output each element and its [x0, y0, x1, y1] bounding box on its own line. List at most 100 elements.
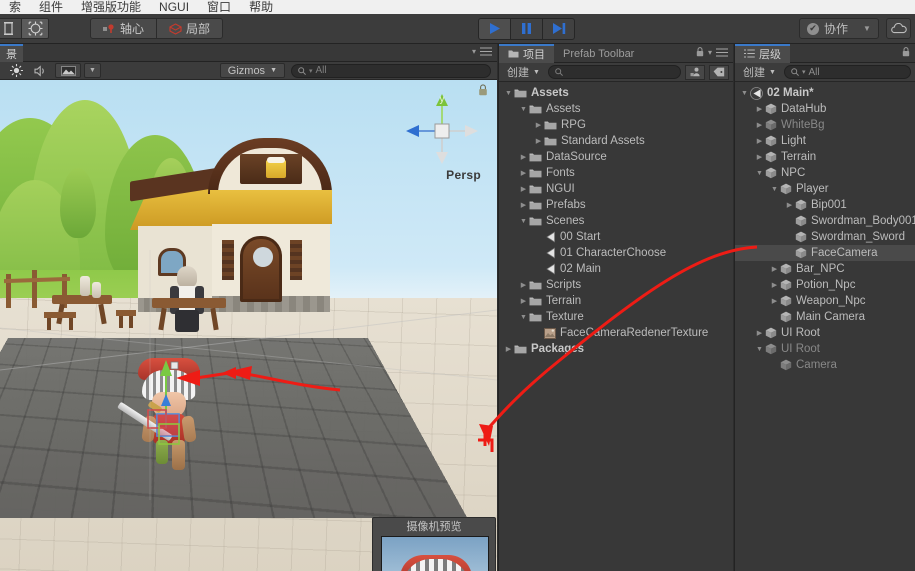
tab-project[interactable]: 项目	[499, 44, 554, 63]
menu-item-2[interactable]: 增强版功能	[72, 1, 150, 14]
lock-icon[interactable]	[902, 47, 910, 57]
transform-tool-button[interactable]	[21, 18, 49, 39]
hierarchy-tree-row[interactable]: ▶ WhiteBg	[735, 117, 915, 133]
hierarchy-tree-row[interactable]: Swordman_Sword	[735, 229, 915, 245]
hierarchy-search-input[interactable]: ▾ All	[783, 65, 911, 79]
tab-prefab-toolbar[interactable]: Prefab Toolbar	[554, 44, 643, 63]
menu-item-4[interactable]: 窗口	[198, 1, 240, 14]
project-tree-row[interactable]: ▼ Scenes	[499, 213, 733, 229]
chevron-down-icon[interactable]: ▼	[503, 90, 514, 97]
chevron-right-icon[interactable]: ▶	[784, 201, 795, 209]
project-tree-row[interactable]: ▼ Assets	[499, 101, 733, 117]
scene-viewport[interactable]: y Persp 摄像机预览	[0, 80, 497, 571]
transform-tools-group[interactable]	[0, 18, 49, 39]
project-tree-row[interactable]: ▶ Standard Assets	[499, 133, 733, 149]
chevron-down-icon[interactable]: ▼	[518, 314, 529, 321]
scene-lighting-toggle[interactable]	[5, 63, 27, 78]
project-tree-row[interactable]: ▼ Texture	[499, 309, 733, 325]
hierarchy-tree-row[interactable]: Swordman_Body001	[735, 213, 915, 229]
chevron-right-icon[interactable]: ▶	[754, 105, 765, 113]
scene-fx-dropdown[interactable]: ▼	[84, 63, 101, 78]
menu-icon[interactable]	[716, 47, 728, 57]
playback-controls[interactable]	[478, 17, 575, 40]
chevron-down-icon[interactable]: ▼	[769, 186, 780, 193]
gizmo-lock-icon[interactable]	[478, 84, 488, 96]
project-tree-row[interactable]: ▶ Scripts	[499, 277, 733, 293]
lock-icon[interactable]	[696, 47, 704, 57]
hierarchy-tree-row[interactable]: ▶ Bar_NPC	[735, 261, 915, 277]
chevron-right-icon[interactable]: ▶	[518, 201, 529, 209]
hierarchy-row-selected[interactable]: FaceCamera	[735, 245, 915, 261]
chevron-right-icon[interactable]: ▶	[769, 265, 780, 273]
project-search-input[interactable]	[547, 65, 681, 79]
chevron-right-icon[interactable]: ▶	[754, 153, 765, 161]
menu-item-3[interactable]: NGUI	[150, 1, 198, 14]
chevron-right-icon[interactable]: ▶	[754, 329, 765, 337]
hierarchy-tree-row[interactable]: Camera	[735, 357, 915, 373]
project-panel-options[interactable]: ▾	[696, 47, 728, 57]
project-tree-row[interactable]: FaceCameraRedenerTexture	[499, 325, 733, 341]
project-tree-row[interactable]: 00 Start	[499, 229, 733, 245]
space-mode-button[interactable]: 局部	[156, 18, 224, 39]
hierarchy-tree-row[interactable]: ▼ Player	[735, 181, 915, 197]
chevron-down-icon[interactable]: ▼	[754, 346, 765, 353]
project-asset-tree[interactable]: ▼ Assets ▼ Assets ▶ RPG ▶ Standard Assets ▶ DataS…	[499, 82, 733, 357]
project-tree-row[interactable]: ▶ DataSource	[499, 149, 733, 165]
cloud-services-button[interactable]	[886, 18, 911, 39]
chevron-right-icon[interactable]: ▶	[518, 153, 529, 161]
project-tree-row[interactable]: ▶ RPG	[499, 117, 733, 133]
tab-scene[interactable]: 景	[0, 44, 23, 63]
chevron-right-icon[interactable]: ▶	[533, 121, 544, 129]
chevron-right-icon[interactable]: ▶	[533, 137, 544, 145]
hierarchy-object-tree[interactable]: ▼ 02 Main* ▶ DataHub ▶ WhiteBg ▶ Light ▶ Terrain ▼…	[735, 82, 915, 373]
projection-mode-label[interactable]: Persp	[446, 168, 481, 182]
project-tree-row[interactable]: ▶ NGUI	[499, 181, 733, 197]
menu-item-0[interactable]: 索	[0, 1, 30, 14]
hierarchy-tree-row[interactable]: ▼ 02 Main*	[735, 85, 915, 101]
chevron-right-icon[interactable]: ▶	[518, 185, 529, 193]
project-tree-row[interactable]: ▶ Packages	[499, 341, 733, 357]
tab-hierarchy[interactable]: 层级	[735, 44, 790, 63]
hierarchy-tree-row[interactable]: ▶ Potion_Npc	[735, 277, 915, 293]
hierarchy-tree-row[interactable]: ▶ Bip001	[735, 197, 915, 213]
menu-bar[interactable]: 索组件 增强版功能 NGUI 窗口 帮助	[0, 0, 915, 14]
chevron-down-icon[interactable]: ▼	[739, 90, 750, 97]
pause-button[interactable]	[510, 17, 543, 40]
pivot-mode-button[interactable]: 轴心	[90, 18, 158, 39]
chevron-right-icon[interactable]: ▶	[518, 297, 529, 305]
rect-transform-tool-button[interactable]	[0, 18, 22, 39]
project-tree-row[interactable]: ▶ Fonts	[499, 165, 733, 181]
hierarchy-tree-row[interactable]: ▶ UI Root	[735, 325, 915, 341]
chevron-right-icon[interactable]: ▶	[769, 297, 780, 305]
project-favorites-button[interactable]	[685, 64, 705, 80]
hierarchy-tree-row[interactable]: ▶ Light	[735, 133, 915, 149]
project-tree-row[interactable]: 01 CharacterChoose	[499, 245, 733, 261]
project-tree-row[interactable]: ▶ Terrain	[499, 293, 733, 309]
chevron-right-icon[interactable]: ▶	[754, 137, 765, 145]
project-tree-row[interactable]: 02 Main	[499, 261, 733, 277]
scene-view-axis-gizmo[interactable]: y	[405, 94, 479, 168]
hierarchy-tree-row[interactable]: ▶ Weapon_Npc	[735, 293, 915, 309]
chevron-down-icon[interactable]: ▼	[518, 106, 529, 113]
chevron-right-icon[interactable]: ▶	[754, 121, 765, 129]
menu-icon[interactable]	[480, 47, 492, 56]
hierarchy-panel-options[interactable]	[902, 47, 910, 57]
project-labels-button[interactable]	[709, 64, 729, 80]
hierarchy-tree-row[interactable]: ▶ DataHub	[735, 101, 915, 117]
project-create-button[interactable]: 创建 ▼	[503, 65, 544, 80]
chevron-right-icon[interactable]: ▶	[518, 169, 529, 177]
hierarchy-create-button[interactable]: 创建 ▼	[739, 65, 780, 80]
chevron-down-icon[interactable]: ▼	[518, 218, 529, 225]
pivot-space-group[interactable]: 轴心 局部	[90, 18, 224, 39]
scene-audio-toggle[interactable]	[30, 63, 52, 78]
hierarchy-tree-row[interactable]: ▼ UI Root	[735, 341, 915, 357]
step-button[interactable]	[542, 17, 575, 40]
chevron-right-icon[interactable]: ▶	[518, 281, 529, 289]
menu-item-1[interactable]: 组件	[30, 1, 72, 14]
hierarchy-tree-row[interactable]: Main Camera	[735, 309, 915, 325]
scene-panel-options[interactable]: ▾	[472, 47, 492, 56]
play-button[interactable]	[478, 17, 511, 40]
project-tree-row[interactable]: ▼ Assets	[499, 85, 733, 101]
chevron-down-icon[interactable]: ▼	[754, 170, 765, 177]
gizmos-dropdown[interactable]: Gizmos ▼	[219, 63, 285, 78]
